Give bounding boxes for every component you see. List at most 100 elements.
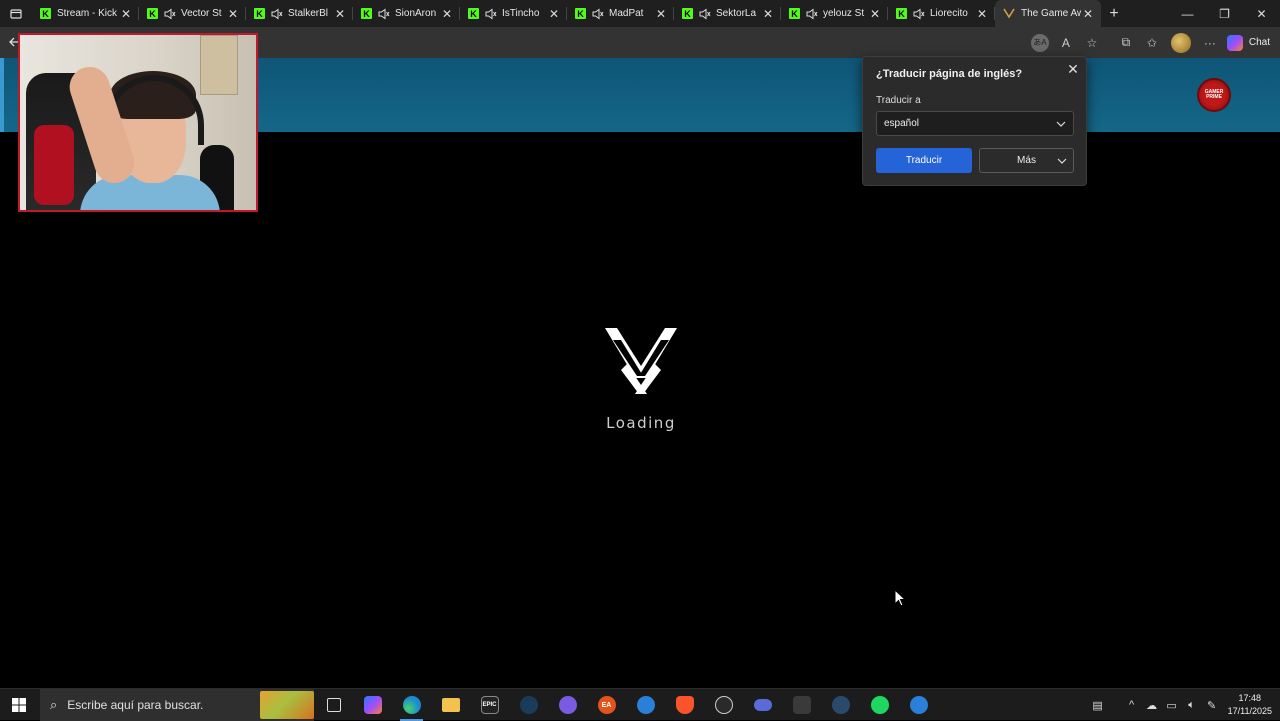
chevron-down-icon: [1056, 121, 1066, 127]
task-view-icon: [326, 698, 341, 712]
kick-favicon-icon: K: [468, 8, 479, 19]
taskbar-app-play[interactable]: [899, 689, 938, 721]
close-tab-icon[interactable]: ✕: [654, 7, 668, 21]
muted-speaker-icon[interactable]: [699, 8, 711, 20]
close-tab-icon[interactable]: ✕: [119, 7, 133, 21]
profile-avatar[interactable]: [1170, 32, 1191, 53]
taskbar-discord[interactable]: [548, 689, 587, 721]
tab-label: Stream - Kick: [57, 8, 118, 19]
news-icon[interactable]: ▤: [1088, 699, 1108, 712]
more-button[interactable]: Más: [979, 148, 1074, 173]
taskbar-steam[interactable]: [509, 689, 548, 721]
site-logo[interactable]: GAMER PRIME: [1197, 78, 1231, 112]
tab-1[interactable]: K Vector St ✕: [139, 0, 246, 27]
chevron-down-icon: [1057, 158, 1067, 164]
more-menu-icon[interactable]: ···: [1197, 30, 1223, 56]
tab-6[interactable]: K SektorLa ✕: [674, 0, 781, 27]
chevron-up-icon[interactable]: ^: [1122, 699, 1142, 711]
chat-label: Chat: [1248, 37, 1270, 48]
taskbar-file-explorer[interactable]: [431, 689, 470, 721]
close-tab-icon[interactable]: ✕: [1081, 7, 1095, 21]
cloud-icon[interactable]: ☁: [1142, 699, 1162, 712]
search-highlight-image: [260, 691, 314, 719]
tab-3[interactable]: K SionAron ✕: [353, 0, 460, 27]
close-tab-icon[interactable]: ✕: [547, 7, 561, 21]
close-tab-icon[interactable]: ✕: [761, 7, 775, 21]
tab-8[interactable]: K Liorecito ✕: [888, 0, 995, 27]
taskbar-spotify[interactable]: [860, 689, 899, 721]
taskbar-steam-2[interactable]: [821, 689, 860, 721]
task-view-button[interactable]: [314, 689, 353, 721]
site-logo-text: GAMER PRIME: [1204, 89, 1224, 100]
pen-icon[interactable]: ✎: [1202, 699, 1222, 712]
kick-favicon-icon: K: [254, 8, 265, 19]
restore-button[interactable]: ❐: [1206, 0, 1243, 27]
tab-2[interactable]: K StalkerBl ✕: [246, 0, 353, 27]
copilot-icon: [1226, 34, 1243, 51]
tab-label: yelouz St: [823, 8, 865, 19]
taskbar-epic-games[interactable]: EPIC: [470, 689, 509, 721]
taskbar-gamepad[interactable]: [743, 689, 782, 721]
taskbar-davinci[interactable]: [782, 689, 821, 721]
tab-9[interactable]: The Game Aw ✕: [995, 0, 1101, 27]
brave-icon: [675, 696, 694, 714]
spotify-icon: [870, 696, 889, 714]
close-icon[interactable]: ✕: [1066, 62, 1080, 76]
volume-icon[interactable]: 🔈︎: [1182, 699, 1202, 712]
translate-icon[interactable]: あA: [1030, 33, 1049, 52]
taskbar-search[interactable]: ⌕ Escribe aquí para buscar.: [40, 689, 314, 721]
kick-favicon-icon: K: [575, 8, 586, 19]
read-aloud-icon[interactable]: A: [1053, 30, 1079, 56]
favorite-star-icon[interactable]: ☆: [1079, 30, 1105, 56]
network-icon[interactable]: ▭: [1162, 699, 1182, 712]
tab-0[interactable]: K Stream - Kick ✕: [32, 0, 139, 27]
muted-speaker-icon[interactable]: [913, 8, 925, 20]
close-tab-icon[interactable]: ✕: [333, 7, 347, 21]
new-tab-button[interactable]: +: [1101, 0, 1127, 27]
minimize-button[interactable]: —: [1169, 0, 1206, 27]
ea-icon: EA: [597, 696, 616, 714]
steam-icon: [831, 696, 850, 714]
copilot-chat-button[interactable]: Chat: [1223, 34, 1280, 51]
language-select-value: español: [884, 118, 920, 129]
kick-favicon-icon: K: [361, 8, 372, 19]
muted-speaker-icon[interactable]: [378, 8, 390, 20]
tab-label: IsTincho: [502, 8, 540, 19]
windows-logo-icon: [12, 698, 26, 712]
close-tab-icon[interactable]: ✕: [226, 7, 240, 21]
close-tab-icon[interactable]: ✕: [868, 7, 882, 21]
close-window-button[interactable]: ✕: [1243, 0, 1280, 27]
muted-speaker-icon[interactable]: [485, 8, 497, 20]
muted-speaker-icon[interactable]: [271, 8, 283, 20]
steam-icon: [519, 696, 538, 714]
taskbar-app-blue[interactable]: [626, 689, 665, 721]
language-select[interactable]: español: [876, 111, 1074, 136]
translate-button[interactable]: Traducir: [876, 148, 972, 173]
clock-time: 17:48: [1238, 693, 1262, 703]
loading-indicator: Loading: [560, 326, 722, 432]
taskbar-edge[interactable]: [392, 689, 431, 721]
muted-speaker-icon[interactable]: [592, 8, 604, 20]
muted-speaker-icon[interactable]: [806, 8, 818, 20]
close-tab-icon[interactable]: ✕: [440, 7, 454, 21]
window-controls: — ❐ ✕: [1169, 0, 1280, 27]
tab-actions-button[interactable]: [0, 0, 32, 27]
launcher-icon: [636, 696, 655, 714]
clock[interactable]: 17:48 17/11/2025: [1222, 692, 1280, 718]
taskbar-copilot[interactable]: [353, 689, 392, 721]
close-tab-icon[interactable]: ✕: [975, 7, 989, 21]
favorites-icon[interactable]: ✩: [1139, 30, 1165, 56]
taskbar-obs[interactable]: [704, 689, 743, 721]
extensions-icon[interactable]: ⧉: [1113, 30, 1139, 56]
muted-speaker-icon[interactable]: [164, 8, 176, 20]
start-button[interactable]: [4, 689, 34, 721]
tab-5[interactable]: K MadPat ✕: [567, 0, 674, 27]
edge-icon: [402, 696, 421, 714]
taskbar-ea[interactable]: EA: [587, 689, 626, 721]
tab-label: SionAron: [395, 8, 437, 19]
search-placeholder: Escribe aquí para buscar.: [67, 698, 204, 712]
taskbar-brave[interactable]: [665, 689, 704, 721]
tab-4[interactable]: K IsTincho ✕: [460, 0, 567, 27]
tab-7[interactable]: Kyelouz St ✕: [781, 0, 888, 27]
epic-games-icon: EPIC: [480, 696, 499, 714]
